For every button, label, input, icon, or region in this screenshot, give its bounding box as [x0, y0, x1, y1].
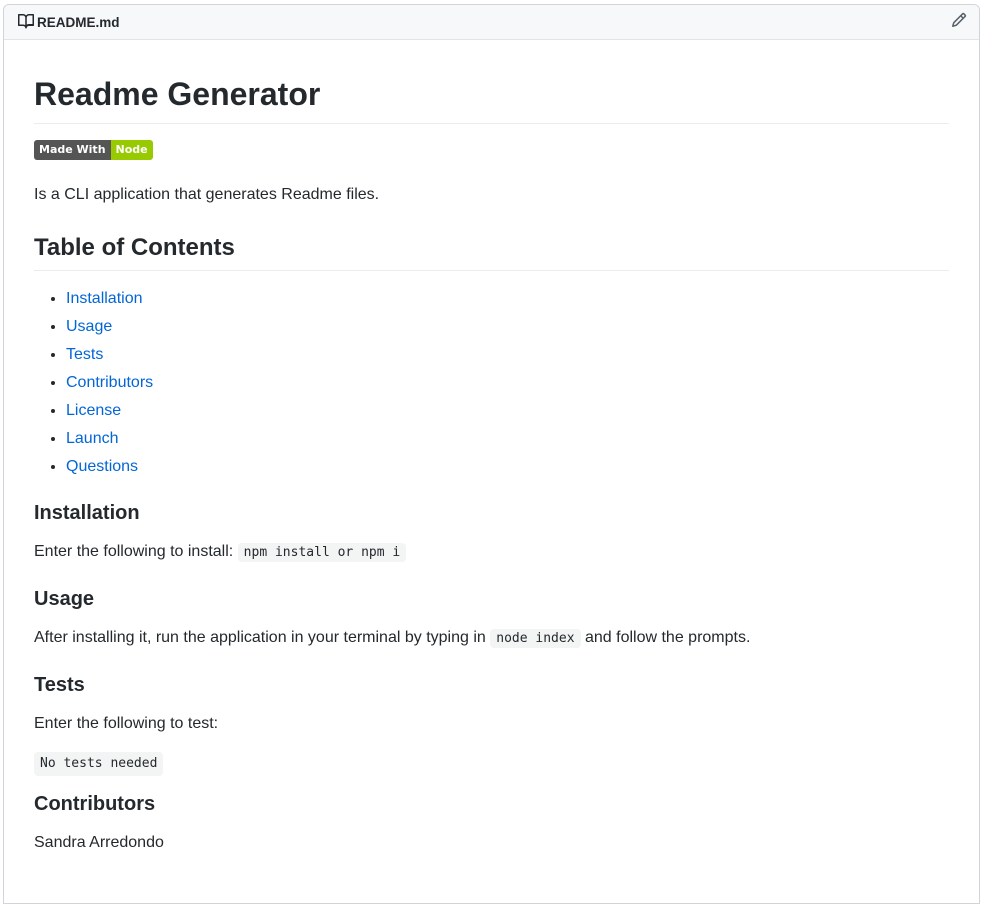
toc-list: Installation Usage Tests Contributors Li… — [34, 287, 949, 479]
tests-section: Tests Enter the following to test: No te… — [34, 673, 949, 776]
tests-code-block: No tests needed — [34, 752, 164, 776]
contributors-section: Contributors Sandra Arredondo — [34, 792, 949, 855]
usage-text-after: and follow the prompts. — [584, 629, 751, 646]
usage-text-before: After installing it, run the application… — [34, 629, 486, 646]
list-item: Questions — [66, 455, 949, 479]
list-item: Installation — [66, 287, 949, 311]
list-item: Launch — [66, 427, 949, 451]
installation-section: Installation Enter the following to inst… — [34, 501, 949, 565]
usage-section: Usage After installing it, run the appli… — [34, 587, 949, 651]
list-item: Usage — [66, 315, 949, 339]
usage-code: node index — [490, 629, 581, 648]
intro-text: Is a CLI application that generates Read… — [34, 186, 380, 203]
pencil-icon — [951, 12, 967, 33]
readme-file-box: README.md Readme Generator Made With Nod… — [3, 4, 980, 904]
readme-title: Readme Generator — [34, 40, 949, 124]
badge-label: Made With — [34, 140, 111, 160]
list-item: Tests — [66, 343, 949, 367]
installation-text: Enter the following to install: npm inst… — [34, 540, 949, 565]
file-header: README.md — [4, 5, 979, 40]
usage-heading: Usage — [34, 588, 95, 610]
toc-link-questions[interactable]: Questions — [66, 458, 138, 475]
edit-file-button[interactable] — [951, 12, 967, 33]
toc-link-tests[interactable]: Tests — [66, 346, 103, 363]
toc-heading: Table of Contents — [34, 233, 949, 271]
toc-link-launch[interactable]: Launch — [66, 430, 119, 447]
installation-code: npm install or npm i — [237, 543, 407, 562]
contributors-text: Sandra Arredondo — [34, 834, 164, 851]
badge-value: Node — [110, 140, 153, 160]
file-title: README.md — [18, 13, 120, 32]
contributors-heading: Contributors — [34, 793, 156, 815]
book-icon — [18, 13, 37, 32]
list-item: Contributors — [66, 371, 949, 395]
tests-text: Enter the following to test: — [34, 715, 219, 732]
readme-content: Readme Generator Made With Node Is a CLI… — [4, 40, 979, 855]
made-with-node-badge[interactable]: Made With Node — [34, 140, 153, 160]
list-item: License — [66, 399, 949, 423]
toc-link-usage[interactable]: Usage — [66, 318, 112, 335]
installation-heading: Installation — [34, 502, 140, 524]
toc-link-license[interactable]: License — [66, 402, 121, 419]
usage-text: After installing it, run the application… — [34, 626, 949, 651]
toc-link-installation[interactable]: Installation — [66, 290, 143, 307]
toc-link-contributors[interactable]: Contributors — [66, 374, 153, 391]
file-name-label: README.md — [37, 14, 120, 30]
tests-heading: Tests — [34, 674, 85, 696]
installation-instruction: Enter the following to install: — [34, 543, 234, 560]
